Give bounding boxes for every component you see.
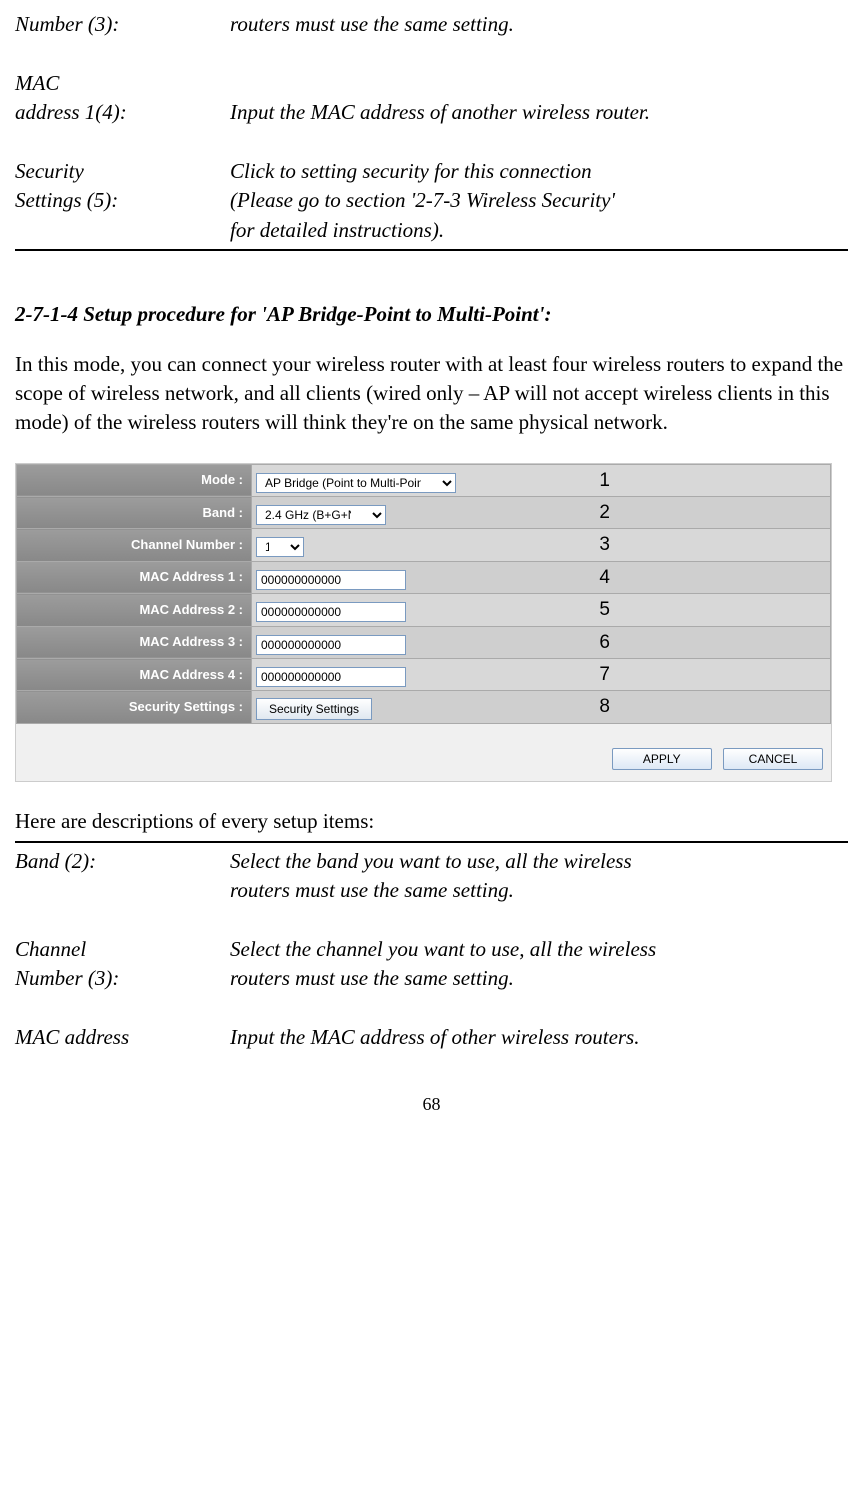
def-desc: routers must use the same setting. — [230, 10, 848, 39]
def-desc: Select the band you want to use, all the… — [230, 847, 848, 876]
callout-number: 8 — [599, 694, 610, 721]
apply-button[interactable]: APPLY — [612, 748, 712, 770]
callout-number: 1 — [599, 468, 610, 495]
def-desc: routers must use the same setting. — [230, 964, 848, 993]
config-label: MAC Address 1 : — [17, 561, 252, 593]
config-field: Security Settings 8 — [252, 691, 831, 723]
config-label: Band : — [17, 497, 252, 529]
config-field: 5 — [252, 594, 831, 626]
divider — [15, 249, 848, 251]
config-field: 4 — [252, 561, 831, 593]
mac-input-6[interactable] — [256, 667, 406, 687]
def-desc: Input the MAC address of other wireless … — [230, 1023, 848, 1052]
def-label — [15, 128, 230, 157]
def-label: Band (2): — [15, 847, 230, 876]
top-definition-table: Number (3):routers must use the same set… — [15, 10, 848, 245]
mac-input-3[interactable] — [256, 570, 406, 590]
callout-number: 4 — [599, 565, 610, 592]
def-label: address 1(4): — [15, 98, 230, 127]
mac-input-5[interactable] — [256, 635, 406, 655]
def-label — [15, 876, 230, 905]
config-select-0[interactable]: AP Bridge (Point to Multi-Point) — [256, 473, 456, 493]
callout-number: 7 — [599, 662, 610, 689]
config-field: 2.4 GHz (B+G+N) 2 — [252, 497, 831, 529]
def-desc: routers must use the same setting. — [230, 876, 848, 905]
config-label: Channel Number : — [17, 529, 252, 561]
router-config-panel: Mode :AP Bridge (Point to Multi-Point) 1 B… — [15, 463, 832, 783]
config-label: MAC Address 4 : — [17, 659, 252, 691]
def-desc — [230, 994, 848, 1023]
def-label: Number (3): — [15, 964, 230, 993]
cancel-button[interactable]: CANCEL — [723, 748, 823, 770]
def-desc — [230, 69, 848, 98]
description-intro: Here are descriptions of every setup ite… — [15, 807, 848, 836]
page-number: 68 — [15, 1092, 848, 1117]
config-field: AP Bridge (Point to Multi-Point) 1 — [252, 464, 831, 496]
def-desc: Click to setting security for this conne… — [230, 157, 848, 186]
def-desc: Select the channel you want to use, all … — [230, 935, 848, 964]
callout-number: 3 — [599, 532, 610, 559]
def-label: Security — [15, 157, 230, 186]
def-label: Settings (5): — [15, 186, 230, 215]
config-field: 6 — [252, 626, 831, 658]
def-label: Number (3): — [15, 10, 230, 39]
config-label: Security Settings : — [17, 691, 252, 723]
def-label: MAC address — [15, 1023, 230, 1052]
config-label: MAC Address 2 : — [17, 594, 252, 626]
def-label — [15, 905, 230, 934]
callout-number: 2 — [599, 500, 610, 527]
intro-paragraph: In this mode, you can connect your wirel… — [15, 350, 848, 438]
def-label: MAC — [15, 69, 230, 98]
config-select-1[interactable]: 2.4 GHz (B+G+N) — [256, 505, 386, 525]
section-heading: 2-7-1-4 Setup procedure for 'AP Bridge-P… — [15, 300, 848, 329]
config-select-2[interactable]: 11 — [256, 537, 304, 557]
callout-number: 6 — [599, 630, 610, 657]
config-field: 7 — [252, 659, 831, 691]
config-label: Mode : — [17, 464, 252, 496]
def-label — [15, 39, 230, 68]
config-label: MAC Address 3 : — [17, 626, 252, 658]
security-settings-button[interactable]: Security Settings — [256, 698, 372, 720]
bottom-definition-table: Band (2):Select the band you want to use… — [15, 847, 848, 1053]
def-desc — [230, 905, 848, 934]
config-field: 11 3 — [252, 529, 831, 561]
mac-input-4[interactable] — [256, 602, 406, 622]
def-desc: (Please go to section '2-7-3 Wireless Se… — [230, 186, 848, 215]
def-label — [15, 994, 230, 1023]
callout-number: 5 — [599, 597, 610, 624]
def-desc: for detailed instructions). — [230, 216, 848, 245]
def-desc — [230, 128, 848, 157]
divider — [15, 841, 848, 843]
def-desc — [230, 39, 848, 68]
def-desc: Input the MAC address of another wireles… — [230, 98, 848, 127]
def-label — [15, 216, 230, 245]
def-label: Channel — [15, 935, 230, 964]
action-row: APPLY CANCEL — [16, 724, 831, 781]
